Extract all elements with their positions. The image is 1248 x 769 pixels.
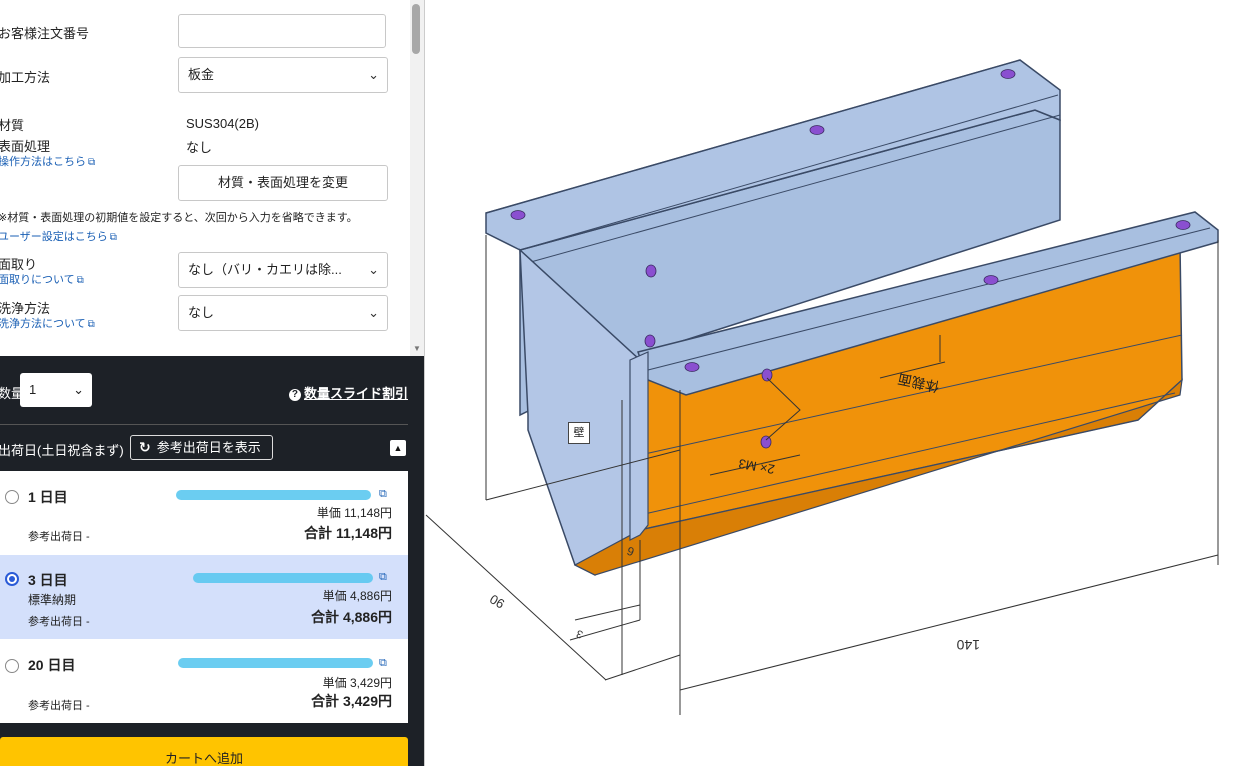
wall-label: 壁 (568, 422, 590, 444)
total-price: 合計 3,429円 (311, 693, 392, 709)
ship-option-1[interactable]: 1 日目 参考出荷日 - ⧉ 単価 11,148円 合計 11,148円 (0, 471, 408, 554)
surface-value: なし (186, 140, 213, 155)
dim-3: 3 (575, 627, 585, 640)
chamfer-select[interactable]: なし（バリ・カエリは除... ⌄ (178, 252, 388, 288)
external-link-icon: ⧉ (76, 275, 84, 286)
day-label: 1 日目 (28, 489, 68, 505)
quantity-select[interactable]: 1 ⌄ (20, 373, 92, 407)
total-price: 合計 4,886円 (311, 609, 392, 625)
external-link-icon: ⧉ (109, 232, 117, 243)
chevron-down-icon: ⌄ (368, 67, 379, 82)
ship-date-label: 出荷日(土日祝含まず) (0, 443, 124, 458)
external-link-icon: ⧉ (87, 319, 95, 330)
order-no-input[interactable] (178, 14, 386, 48)
collapse-icon[interactable]: ▲ (390, 440, 406, 456)
wash-select[interactable]: なし ⌄ (178, 295, 388, 331)
chevron-down-icon: ⌄ (368, 262, 379, 277)
hole (760, 435, 772, 449)
form-scrollbar[interactable]: ▼ (410, 0, 424, 356)
chevron-down-icon: ⌄ (73, 382, 84, 397)
refresh-icon: ↻ (139, 439, 151, 455)
order-panel: お客様注文番号 加工方法 板金 ⌄ 材質 SUS304(2B) 表面処理 なし … (0, 0, 425, 766)
chevron-down-icon: ⌄ (368, 305, 379, 320)
hole (645, 264, 657, 278)
unit-price: 単価 4,886円 (322, 589, 392, 603)
ref-date: 参考出荷日 - (28, 616, 90, 628)
wash-link[interactable]: 洗浄方法について ⧉ (0, 315, 95, 331)
ship-options: 1 日目 参考出荷日 - ⧉ 単価 11,148円 合計 11,148円 3 日… (0, 471, 408, 723)
radio-button-selected[interactable] (5, 572, 19, 586)
chamfer-link[interactable]: 面取りについて ⧉ (0, 271, 84, 287)
front-flange-edge (629, 351, 649, 541)
help-icon: ? (288, 389, 301, 401)
hole (510, 210, 526, 220)
change-material-button[interactable]: 材質・表面処理を変更 (178, 165, 388, 201)
copy-icon[interactable]: ⧉ (379, 571, 387, 584)
chamfer-value: なし（バリ・カエリは除... (188, 262, 342, 277)
radio-button[interactable] (5, 490, 19, 504)
day-label: 20 日目 (28, 657, 76, 673)
hole (1000, 69, 1016, 79)
redacted-part-number (176, 490, 371, 500)
order-no-label: お客様注文番号 (0, 26, 90, 41)
add-to-cart-button[interactable]: カートへ追加 (0, 737, 408, 766)
process-select[interactable]: 板金 ⌄ (178, 57, 388, 93)
unit-price: 単価 3,429円 (322, 676, 392, 690)
wash-value: なし (188, 305, 215, 320)
process-label: 加工方法 (0, 70, 51, 85)
total-price: 合計 11,148円 (304, 525, 392, 541)
hole (809, 125, 825, 135)
ref-date: 参考出荷日 - (28, 700, 90, 712)
dim-140: 140 (956, 637, 980, 653)
order-summary: 数量 1 ⌄ ? 数量スライド割引 出荷日(土日祝含まず) ↻ 参考出荷日を表示 ▲… (0, 356, 424, 766)
quantity-value: 1 (29, 382, 37, 397)
standard-label: 標準納期 (28, 593, 77, 607)
ship-option-20[interactable]: 20 日目 参考出荷日 - ⧉ 単価 3,429円 合計 3,429円 (0, 640, 408, 723)
material-note: ※材質・表面処理の初期値を設定すると、次回から入力を省略できます。 (0, 212, 358, 224)
hole (1175, 220, 1191, 230)
user-settings-link[interactable]: ユーザー設定はこちら ⧉ (0, 228, 117, 244)
radio-button[interactable] (5, 659, 19, 673)
day-label: 3 日目 (28, 572, 68, 588)
ref-date: 参考出荷日 - (28, 531, 90, 543)
scroll-down-arrow-icon[interactable]: ▼ (412, 345, 422, 353)
redacted-part-number (193, 573, 373, 583)
cad-viewer[interactable]: 140 90 3 6 2× M3 体裁面 壁 (425, 0, 1248, 766)
hole (983, 275, 999, 285)
ship-option-3[interactable]: 3 日目 標準納期 参考出荷日 - ⧉ 単価 4,886円 合計 4,886円 (0, 555, 408, 639)
ref-ship-date-button[interactable]: ↻ 参考出荷日を表示 (130, 435, 273, 460)
dim-90: 90 (487, 591, 507, 611)
howto-link[interactable]: 操作方法はこちら ⧉ (0, 153, 95, 169)
material-value: SUS304(2B) (186, 116, 259, 131)
external-link-icon: ⧉ (88, 157, 96, 168)
hole (761, 368, 773, 382)
unit-price: 単価 11,148円 (316, 506, 392, 520)
process-value: 板金 (188, 67, 215, 82)
divider (0, 424, 408, 425)
redacted-part-number (178, 658, 373, 668)
material-label: 材質 (0, 118, 25, 133)
scrollbar-thumb[interactable] (412, 4, 420, 54)
hole (644, 334, 656, 348)
part-model: 140 90 3 6 2× M3 体裁面 (425, 59, 1219, 715)
slide-discount-link[interactable]: ? 数量スライド割引 (288, 383, 408, 402)
copy-icon[interactable]: ⧉ (379, 657, 387, 670)
order-form: お客様注文番号 加工方法 板金 ⌄ 材質 SUS304(2B) 表面処理 なし … (0, 0, 410, 356)
hole (684, 362, 700, 372)
copy-icon[interactable]: ⧉ (379, 488, 387, 501)
